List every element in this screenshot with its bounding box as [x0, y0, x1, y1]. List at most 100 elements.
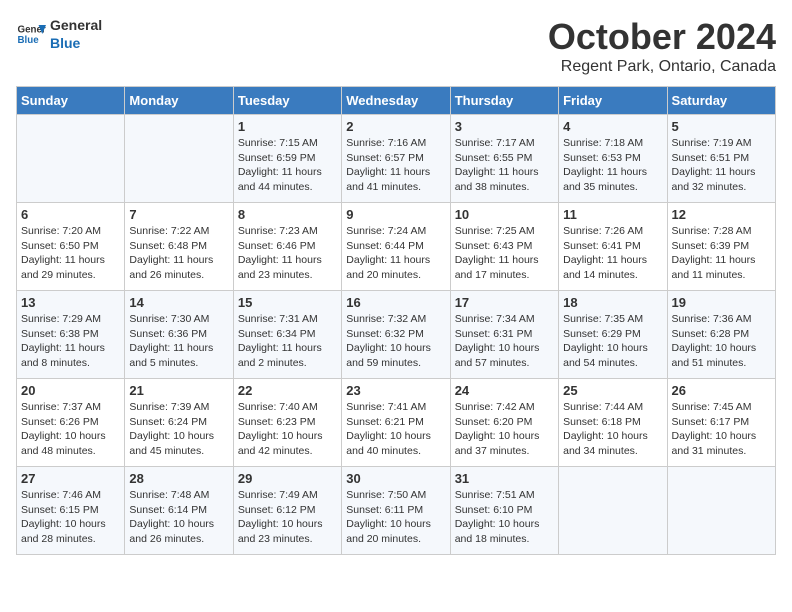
calendar-cell: 10 Sunrise: 7:25 AM Sunset: 6:43 PM Dayli…	[450, 203, 558, 291]
calendar-cell: 9Sunrise: 7:24 AM Sunset: 6:44 PM Daylig…	[342, 203, 450, 291]
day-number: 27	[21, 471, 120, 486]
calendar-cell: 1 Sunrise: 7:15 AM Sunset: 6:59 PM Daylig…	[233, 115, 341, 203]
calendar-cell	[667, 467, 775, 555]
day-detail: Sunrise: 7:50 AM Sunset: 6:11 PM Dayligh…	[346, 488, 445, 547]
calendar-table: SundayMondayTuesdayWednesdayThursdayFrid…	[16, 86, 776, 555]
day-detail: Sunrise: 7:51 AM Sunset: 6:10 PM Dayligh…	[455, 488, 554, 547]
day-number: 1	[238, 119, 337, 134]
calendar-cell: 14Sunrise: 7:30 AM Sunset: 6:36 PM Dayli…	[125, 291, 233, 379]
calendar-cell: 7 Sunrise: 7:22 AM Sunset: 6:48 PM Daylig…	[125, 203, 233, 291]
calendar-cell: 25 Sunrise: 7:44 AM Sunset: 6:18 PM Dayli…	[559, 379, 667, 467]
main-title: October 2024	[548, 16, 776, 58]
calendar-cell: 30Sunrise: 7:50 AM Sunset: 6:11 PM Dayli…	[342, 467, 450, 555]
day-number: 19	[672, 295, 771, 310]
day-detail: Sunrise: 7:40 AM Sunset: 6:23 PM Dayligh…	[238, 400, 337, 459]
calendar-cell	[559, 467, 667, 555]
day-detail: Sunrise: 7:24 AM Sunset: 6:44 PM Dayligh…	[346, 224, 445, 283]
day-detail: Sunrise: 7:41 AM Sunset: 6:21 PM Dayligh…	[346, 400, 445, 459]
calendar-cell: 24 Sunrise: 7:42 AM Sunset: 6:20 PM Dayli…	[450, 379, 558, 467]
day-detail: Sunrise: 7:28 AM Sunset: 6:39 PM Dayligh…	[672, 224, 771, 283]
calendar-cell: 5Sunrise: 7:19 AM Sunset: 6:51 PM Daylig…	[667, 115, 775, 203]
calendar-cell: 31 Sunrise: 7:51 AM Sunset: 6:10 PM Dayli…	[450, 467, 558, 555]
calendar-week-3: 13 Sunrise: 7:29 AM Sunset: 6:38 PM Dayli…	[17, 291, 776, 379]
logo: General Blue General Blue	[16, 16, 102, 52]
day-detail: Sunrise: 7:29 AM Sunset: 6:38 PM Dayligh…	[21, 312, 120, 371]
calendar-week-2: 6 Sunrise: 7:20 AM Sunset: 6:50 PM Daylig…	[17, 203, 776, 291]
day-number: 25	[563, 383, 662, 398]
day-detail: Sunrise: 7:23 AM Sunset: 6:46 PM Dayligh…	[238, 224, 337, 283]
day-number: 28	[129, 471, 228, 486]
day-number: 16	[346, 295, 445, 310]
day-detail: Sunrise: 7:25 AM Sunset: 6:43 PM Dayligh…	[455, 224, 554, 283]
calendar-cell: 16 Sunrise: 7:32 AM Sunset: 6:32 PM Dayli…	[342, 291, 450, 379]
day-detail: Sunrise: 7:19 AM Sunset: 6:51 PM Dayligh…	[672, 136, 771, 195]
day-number: 2	[346, 119, 445, 134]
day-number: 29	[238, 471, 337, 486]
day-number: 26	[672, 383, 771, 398]
day-detail: Sunrise: 7:32 AM Sunset: 6:32 PM Dayligh…	[346, 312, 445, 371]
day-detail: Sunrise: 7:46 AM Sunset: 6:15 PM Dayligh…	[21, 488, 120, 547]
calendar-cell: 28 Sunrise: 7:48 AM Sunset: 6:14 PM Dayli…	[125, 467, 233, 555]
day-detail: Sunrise: 7:35 AM Sunset: 6:29 PM Dayligh…	[563, 312, 662, 371]
calendar-cell: 15 Sunrise: 7:31 AM Sunset: 6:34 PM Dayli…	[233, 291, 341, 379]
day-detail: Sunrise: 7:16 AM Sunset: 6:57 PM Dayligh…	[346, 136, 445, 195]
day-detail: Sunrise: 7:48 AM Sunset: 6:14 PM Dayligh…	[129, 488, 228, 547]
day-detail: Sunrise: 7:37 AM Sunset: 6:26 PM Dayligh…	[21, 400, 120, 459]
day-number: 10	[455, 207, 554, 222]
calendar-cell: 21Sunrise: 7:39 AM Sunset: 6:24 PM Dayli…	[125, 379, 233, 467]
calendar-cell: 2 Sunrise: 7:16 AM Sunset: 6:57 PM Daylig…	[342, 115, 450, 203]
calendar-cell: 4Sunrise: 7:18 AM Sunset: 6:53 PM Daylig…	[559, 115, 667, 203]
calendar-cell: 6 Sunrise: 7:20 AM Sunset: 6:50 PM Daylig…	[17, 203, 125, 291]
title-block: October 2024 Regent Park, Ontario, Canad…	[548, 16, 776, 76]
calendar-cell: 23Sunrise: 7:41 AM Sunset: 6:21 PM Dayli…	[342, 379, 450, 467]
calendar-cell: 18Sunrise: 7:35 AM Sunset: 6:29 PM Dayli…	[559, 291, 667, 379]
day-number: 6	[21, 207, 120, 222]
day-number: 14	[129, 295, 228, 310]
svg-text:Blue: Blue	[18, 35, 40, 46]
day-detail: Sunrise: 7:22 AM Sunset: 6:48 PM Dayligh…	[129, 224, 228, 283]
day-number: 8	[238, 207, 337, 222]
day-detail: Sunrise: 7:44 AM Sunset: 6:18 PM Dayligh…	[563, 400, 662, 459]
day-number: 31	[455, 471, 554, 486]
day-detail: Sunrise: 7:34 AM Sunset: 6:31 PM Dayligh…	[455, 312, 554, 371]
calendar-cell: 3Sunrise: 7:17 AM Sunset: 6:55 PM Daylig…	[450, 115, 558, 203]
day-number: 15	[238, 295, 337, 310]
day-number: 20	[21, 383, 120, 398]
day-number: 12	[672, 207, 771, 222]
day-detail: Sunrise: 7:20 AM Sunset: 6:50 PM Dayligh…	[21, 224, 120, 283]
day-number: 11	[563, 207, 662, 222]
day-number: 24	[455, 383, 554, 398]
day-number: 4	[563, 119, 662, 134]
day-detail: Sunrise: 7:36 AM Sunset: 6:28 PM Dayligh…	[672, 312, 771, 371]
calendar-cell	[125, 115, 233, 203]
logo-icon: General Blue	[16, 19, 46, 49]
header-wednesday: Wednesday	[342, 87, 450, 115]
calendar-cell: 19 Sunrise: 7:36 AM Sunset: 6:28 PM Dayli…	[667, 291, 775, 379]
day-number: 17	[455, 295, 554, 310]
day-number: 21	[129, 383, 228, 398]
header-friday: Friday	[559, 87, 667, 115]
page-header: General Blue General Blue October 2024 R…	[16, 16, 776, 76]
header-monday: Monday	[125, 87, 233, 115]
calendar-week-4: 20 Sunrise: 7:37 AM Sunset: 6:26 PM Dayli…	[17, 379, 776, 467]
logo-text-general: General	[50, 17, 102, 33]
day-detail: Sunrise: 7:15 AM Sunset: 6:59 PM Dayligh…	[238, 136, 337, 195]
day-detail: Sunrise: 7:26 AM Sunset: 6:41 PM Dayligh…	[563, 224, 662, 283]
calendar-cell: 8 Sunrise: 7:23 AM Sunset: 6:46 PM Daylig…	[233, 203, 341, 291]
header-thursday: Thursday	[450, 87, 558, 115]
day-detail: Sunrise: 7:42 AM Sunset: 6:20 PM Dayligh…	[455, 400, 554, 459]
subtitle: Regent Park, Ontario, Canada	[548, 58, 776, 76]
calendar-cell	[17, 115, 125, 203]
day-detail: Sunrise: 7:17 AM Sunset: 6:55 PM Dayligh…	[455, 136, 554, 195]
calendar-cell: 29Sunrise: 7:49 AM Sunset: 6:12 PM Dayli…	[233, 467, 341, 555]
header-tuesday: Tuesday	[233, 87, 341, 115]
calendar-week-5: 27 Sunrise: 7:46 AM Sunset: 6:15 PM Dayli…	[17, 467, 776, 555]
calendar-cell: 22Sunrise: 7:40 AM Sunset: 6:23 PM Dayli…	[233, 379, 341, 467]
day-number: 13	[21, 295, 120, 310]
day-detail: Sunrise: 7:31 AM Sunset: 6:34 PM Dayligh…	[238, 312, 337, 371]
calendar-cell: 20 Sunrise: 7:37 AM Sunset: 6:26 PM Dayli…	[17, 379, 125, 467]
header-sunday: Sunday	[17, 87, 125, 115]
header-saturday: Saturday	[667, 87, 775, 115]
day-number: 7	[129, 207, 228, 222]
calendar-cell: 27 Sunrise: 7:46 AM Sunset: 6:15 PM Dayli…	[17, 467, 125, 555]
